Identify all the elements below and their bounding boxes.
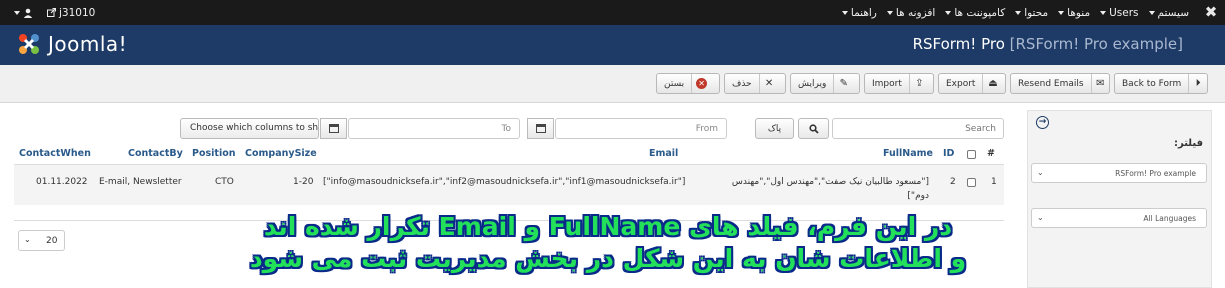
chevron-down-icon: ⌄ — [1037, 213, 1044, 222]
overlay-caption: در این فرم، فیلد های FullName و Email تک… — [249, 212, 967, 273]
row-checkbox[interactable] — [967, 178, 976, 187]
search-button[interactable] — [798, 118, 829, 139]
cell-contactwhen: 01.11.2022 — [36, 177, 88, 187]
close-icon: ✕ — [691, 74, 711, 93]
caret-down-icon — [886, 10, 893, 15]
delete-icon: ✕ — [758, 74, 779, 93]
date-from-calendar-button[interactable] — [527, 118, 554, 139]
close-button[interactable]: بستن ✕ — [656, 73, 720, 94]
col-header-email[interactable]: Email — [649, 148, 678, 159]
cell-position: CTO — [215, 177, 234, 187]
date-to-calendar-button[interactable] — [320, 118, 347, 139]
nav-user-area: j31010 — [14, 0, 95, 25]
page-title: RSForm! Pro [RSForm! Pro example] — [912, 35, 1183, 53]
site-link[interactable]: j31010 — [47, 7, 95, 19]
edit-icon: ✎ — [833, 74, 853, 93]
menu-system[interactable]: سیستم — [1148, 7, 1189, 19]
col-header-contactwhen[interactable]: ContactWhen — [19, 148, 91, 159]
joomla-logo: Joomla! — [16, 31, 127, 57]
list-limit-select[interactable]: ⌄ 20 — [18, 230, 65, 251]
page-header: Joomla! RSForm! Pro [RSForm! Pro example… — [0, 25, 1225, 65]
menu-users[interactable]: Users — [1100, 7, 1139, 19]
top-navbar: ✖ سیستم Users منوها محتوا کامپوننت ها اف… — [0, 0, 1225, 25]
caret-down-icon — [1148, 10, 1155, 15]
filter-label: فیلتر: — [1173, 138, 1203, 149]
col-header-companysize[interactable]: CompanySize — [245, 148, 317, 159]
caret-down-icon — [841, 10, 848, 15]
menu-content[interactable]: محتوا — [1015, 7, 1048, 19]
cell-email: ["info@masoudnicksefa.ir","inf2@masoudni… — [323, 177, 686, 187]
cell-companysize: 1-20 — [293, 177, 314, 187]
import-button[interactable]: Import ⇪ — [864, 73, 934, 94]
joomla-icon[interactable]: ✖ — [1203, 3, 1219, 21]
cell-fullname: ["مسعود طالبیان نیک صفت","مهندس اول","مه… — [731, 177, 929, 187]
export-icon: ⏏ — [982, 74, 1002, 93]
filter-sidebar: → فیلتر: ⌄ RSForm! Pro example ⌄ All Lan… — [1027, 110, 1212, 288]
user-icon — [23, 8, 33, 18]
search-input[interactable] — [833, 119, 1003, 138]
cell-id: 2 — [950, 177, 956, 187]
col-header-num: # — [987, 148, 995, 159]
external-link-icon — [47, 8, 56, 17]
chevron-down-icon: ⌄ — [1037, 168, 1044, 177]
back-to-form-button[interactable]: Back to Form ⏵ — [1114, 73, 1208, 94]
form-select[interactable]: ⌄ RSForm! Pro example — [1031, 163, 1207, 183]
menu-help[interactable]: راهنما — [841, 7, 877, 19]
columns-select[interactable]: Choose which columns to show — [180, 118, 319, 139]
toolbar: Back to Form ⏵ Resend Emails ✉ Export ⏏ … — [0, 65, 1225, 103]
resend-emails-button[interactable]: Resend Emails ✉ — [1010, 73, 1110, 94]
upload-icon: ⇪ — [908, 74, 929, 93]
calendar-icon — [535, 124, 546, 133]
calendar-icon — [328, 124, 339, 133]
export-button[interactable]: Export ⏏ — [938, 73, 1006, 94]
caret-down-icon — [1015, 10, 1022, 15]
caret-down-icon — [945, 10, 952, 15]
caret-down-icon — [1058, 10, 1065, 15]
cell-fullname-cont: دوم"] — [907, 191, 929, 201]
cell-contactby: E-mail, Newsletter — [99, 177, 182, 187]
cell-num: 1 — [991, 177, 997, 187]
clear-button[interactable]: پاک — [755, 118, 794, 139]
search-icon — [808, 123, 819, 134]
menu-menus[interactable]: منوها — [1058, 7, 1090, 19]
edit-button[interactable]: ویرایش ✎ — [790, 73, 860, 94]
date-from-input[interactable]: From — [555, 118, 727, 139]
col-header-fullname[interactable]: FullName — [883, 148, 933, 159]
joomla-logo-icon — [19, 34, 39, 54]
sidebar-toggle-icon[interactable]: → — [1036, 116, 1049, 129]
user-menu[interactable] — [14, 8, 33, 18]
date-to-input[interactable]: To — [348, 118, 520, 139]
caret-down-icon — [14, 10, 20, 15]
envelope-icon: ✉ — [1090, 74, 1109, 93]
caret-down-icon — [1100, 10, 1107, 15]
col-header-contactby[interactable]: ContactBy — [128, 148, 183, 159]
chevron-down-icon: ⌄ — [24, 235, 31, 244]
select-all-checkbox[interactable] — [967, 150, 976, 159]
search-field — [832, 118, 1004, 139]
forward-icon: ⏵ — [1188, 74, 1207, 93]
col-header-id[interactable]: ID — [943, 148, 954, 159]
menu-extensions[interactable]: افزونه ها — [886, 7, 935, 19]
main-menu: سیستم Users منوها محتوا کامپوننت ها افزو… — [841, 0, 1189, 25]
col-header-position[interactable]: Position — [192, 148, 236, 159]
language-select[interactable]: ⌄ All Languages — [1031, 208, 1207, 228]
menu-components[interactable]: کامپوننت ها — [945, 7, 1005, 19]
delete-button[interactable]: حذف ✕ — [724, 73, 786, 94]
